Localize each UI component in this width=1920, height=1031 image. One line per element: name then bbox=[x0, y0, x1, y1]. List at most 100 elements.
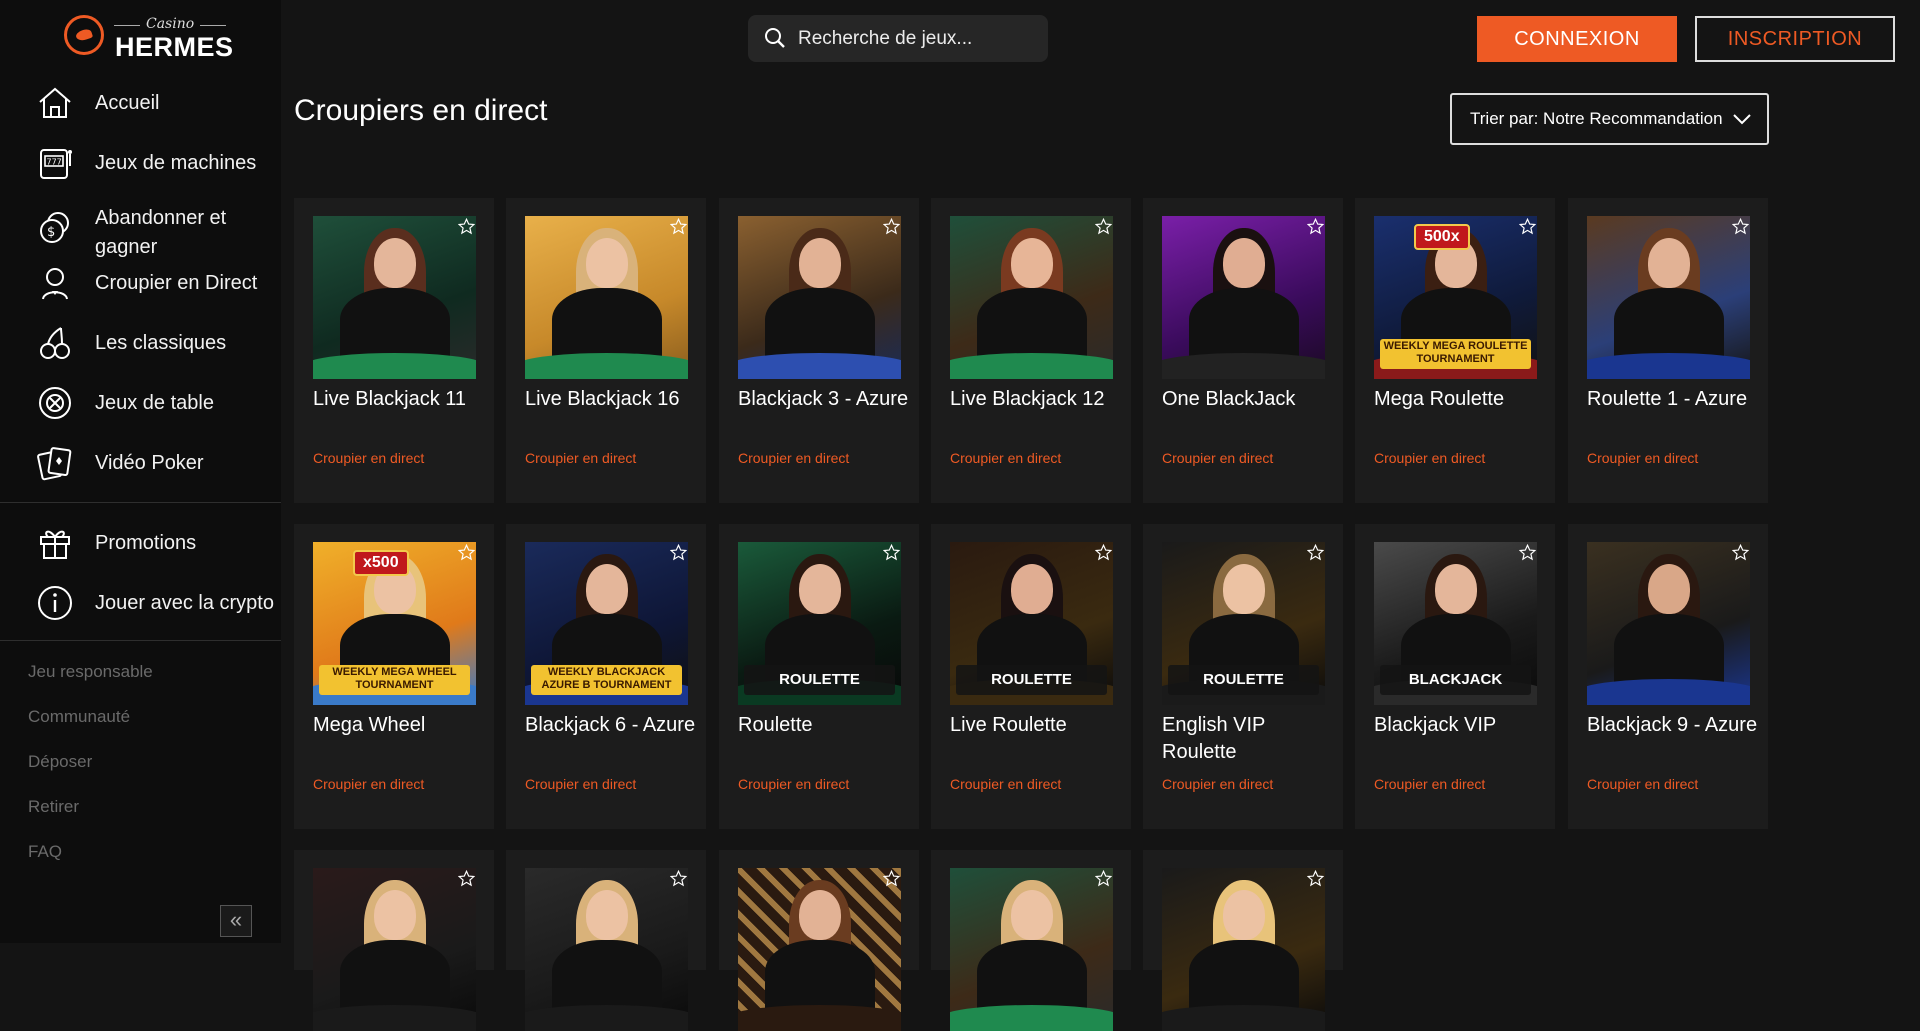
game-title[interactable]: Mega Wheel bbox=[313, 712, 485, 739]
game-card[interactable] bbox=[1143, 850, 1343, 1031]
game-thumbnail[interactable] bbox=[1162, 868, 1325, 1031]
game-title[interactable]: Mega Roulette bbox=[1374, 386, 1546, 413]
sidebar-item-jeux-de-machines[interactable]: 777 Jeux de machines bbox=[0, 138, 281, 188]
thumbnail-artwork bbox=[374, 238, 416, 288]
game-thumbnail[interactable]: 500x WEEKLY MEGA ROULETTE TOURNAMENT bbox=[1374, 216, 1537, 379]
game-thumbnail[interactable]: BLACKJACK bbox=[1374, 542, 1537, 705]
game-title[interactable]: Live Blackjack 11 bbox=[313, 386, 485, 413]
favorite-star-icon[interactable] bbox=[883, 870, 900, 887]
game-card[interactable] bbox=[931, 850, 1131, 1031]
game-card[interactable]: ROULETTE Roulette Croupier en direct bbox=[719, 524, 919, 829]
game-card[interactable]: Live Blackjack 16 Croupier en direct bbox=[506, 198, 706, 503]
game-title[interactable]: Live Blackjack 12 bbox=[950, 386, 1122, 413]
favorite-star-icon[interactable] bbox=[1307, 218, 1324, 235]
game-title[interactable]: English VIP Roulette bbox=[1162, 712, 1334, 766]
search-input[interactable]: Recherche de jeux... bbox=[798, 28, 972, 50]
game-title[interactable]: Blackjack 3 - Azure bbox=[738, 386, 910, 413]
footer-link-communaute[interactable]: Communauté bbox=[28, 707, 130, 727]
favorite-star-icon[interactable] bbox=[1095, 218, 1112, 235]
game-title[interactable]: Blackjack 6 - Azure bbox=[525, 712, 697, 739]
thumbnail-artwork bbox=[1223, 564, 1265, 614]
favorite-star-icon[interactable] bbox=[883, 218, 900, 235]
game-card[interactable] bbox=[719, 850, 919, 1031]
game-thumbnail[interactable] bbox=[313, 868, 476, 1031]
sidebar: Casino HERMES Accueil 777 Jeux de machin… bbox=[0, 0, 281, 943]
chevron-down-icon bbox=[1733, 114, 1751, 125]
game-title[interactable]: Roulette 1 - Azure bbox=[1587, 386, 1759, 413]
favorite-star-icon[interactable] bbox=[458, 870, 475, 887]
game-thumbnail[interactable] bbox=[525, 216, 688, 379]
game-title[interactable]: Roulette bbox=[738, 712, 910, 739]
footer-link-deposer[interactable]: Déposer bbox=[28, 752, 92, 772]
game-thumbnail[interactable]: ROULETTE bbox=[950, 542, 1113, 705]
signup-button[interactable]: INSCRIPTION bbox=[1695, 16, 1895, 62]
game-title[interactable]: Live Blackjack 16 bbox=[525, 386, 697, 413]
sidebar-item-jouer-avec-la-crypto[interactable]: Jouer avec la crypto bbox=[0, 578, 281, 628]
sidebar-item-abandonner-et-gagner[interactable]: $ Abandonner et gagner bbox=[0, 198, 281, 258]
game-card[interactable]: Live Blackjack 11 Croupier en direct bbox=[294, 198, 494, 503]
favorite-star-icon[interactable] bbox=[1095, 870, 1112, 887]
footer-link-faq[interactable]: FAQ bbox=[28, 842, 62, 862]
favorite-star-icon[interactable] bbox=[458, 544, 475, 561]
sort-dropdown[interactable]: Trier par: Notre Recommandation bbox=[1450, 93, 1769, 145]
thumbnail-artwork bbox=[1435, 564, 1477, 614]
game-title[interactable]: Blackjack 9 - Azure bbox=[1587, 712, 1759, 739]
favorite-star-icon[interactable] bbox=[670, 544, 687, 561]
favorite-star-icon[interactable] bbox=[1307, 870, 1324, 887]
game-card[interactable] bbox=[506, 850, 706, 1031]
game-card[interactable]: One BlackJack Croupier en direct bbox=[1143, 198, 1343, 503]
login-button[interactable]: CONNEXION bbox=[1477, 16, 1677, 62]
search-bar[interactable]: Recherche de jeux... bbox=[748, 15, 1048, 62]
sidebar-item-croupier-en-direct[interactable]: Croupier en Direct bbox=[0, 258, 281, 308]
game-banner: WEEKLY MEGA WHEEL TOURNAMENT bbox=[319, 665, 470, 695]
game-card[interactable]: ROULETTE Live Roulette Croupier en direct bbox=[931, 524, 1131, 829]
game-thumbnail[interactable] bbox=[1587, 216, 1750, 379]
sidebar-item-jeux-de-table[interactable]: Jeux de table bbox=[0, 378, 281, 428]
game-card[interactable]: Blackjack 3 - Azure Croupier en direct bbox=[719, 198, 919, 503]
game-title[interactable]: Blackjack VIP bbox=[1374, 712, 1546, 739]
sidebar-item-promotions[interactable]: Promotions bbox=[0, 518, 281, 568]
game-thumbnail[interactable]: ROULETTE bbox=[1162, 542, 1325, 705]
sidebar-collapse-button[interactable]: « bbox=[220, 905, 252, 937]
favorite-star-icon[interactable] bbox=[1307, 544, 1324, 561]
favorite-star-icon[interactable] bbox=[1732, 218, 1749, 235]
casino-hermes-logo[interactable]: Casino HERMES bbox=[64, 12, 233, 64]
sidebar-item-les-classiques[interactable]: Les classiques bbox=[0, 318, 281, 368]
game-thumbnail[interactable]: x500 WEEKLY MEGA WHEEL TOURNAMENT bbox=[313, 542, 476, 705]
sidebar-item-label: Vidéo Poker bbox=[95, 451, 204, 474]
game-thumbnail[interactable] bbox=[1162, 216, 1325, 379]
game-thumbnail[interactable] bbox=[313, 216, 476, 379]
favorite-star-icon[interactable] bbox=[1732, 544, 1749, 561]
sidebar-item-accueil[interactable]: Accueil bbox=[0, 78, 281, 128]
game-card[interactable]: 500x WEEKLY MEGA ROULETTE TOURNAMENT Mega … bbox=[1355, 198, 1555, 503]
sidebar-item-video-poker[interactable]: Vidéo Poker bbox=[0, 438, 281, 488]
game-card[interactable]: x500 WEEKLY MEGA WHEEL TOURNAMENT Mega Whe… bbox=[294, 524, 494, 829]
game-card[interactable]: Roulette 1 - Azure Croupier en direct bbox=[1568, 198, 1768, 503]
game-card[interactable] bbox=[294, 850, 494, 1031]
game-thumbnail[interactable]: WEEKLY BLACKJACK AZURE B TOURNAMENT bbox=[525, 542, 688, 705]
game-thumbnail[interactable] bbox=[950, 868, 1113, 1031]
game-title[interactable]: Live Roulette bbox=[950, 712, 1122, 739]
game-thumbnail[interactable]: ROULETTE bbox=[738, 542, 901, 705]
game-card[interactable]: ROULETTE English VIP Roulette Croupier en … bbox=[1143, 524, 1343, 829]
footer-link-jeu-responsable[interactable]: Jeu responsable bbox=[28, 662, 153, 682]
game-thumbnail[interactable] bbox=[1587, 542, 1750, 705]
game-card[interactable]: WEEKLY BLACKJACK AZURE B TOURNAMENT Black… bbox=[506, 524, 706, 829]
game-card[interactable]: BLACKJACK Blackjack VIP Croupier en direct bbox=[1355, 524, 1555, 829]
favorite-star-icon[interactable] bbox=[1519, 218, 1536, 235]
favorite-star-icon[interactable] bbox=[1095, 544, 1112, 561]
game-thumbnail[interactable] bbox=[525, 868, 688, 1031]
game-thumbnail[interactable] bbox=[738, 216, 901, 379]
game-card[interactable]: Blackjack 9 - Azure Croupier en direct bbox=[1568, 524, 1768, 829]
favorite-star-icon[interactable] bbox=[883, 544, 900, 561]
game-card[interactable]: Live Blackjack 12 Croupier en direct bbox=[931, 198, 1131, 503]
game-thumbnail[interactable] bbox=[738, 868, 901, 1031]
svg-text:$: $ bbox=[47, 225, 55, 240]
footer-link-retirer[interactable]: Retirer bbox=[28, 797, 79, 817]
game-thumbnail[interactable] bbox=[950, 216, 1113, 379]
favorite-star-icon[interactable] bbox=[670, 870, 687, 887]
game-title[interactable]: One BlackJack bbox=[1162, 386, 1334, 413]
favorite-star-icon[interactable] bbox=[458, 218, 475, 235]
favorite-star-icon[interactable] bbox=[1519, 544, 1536, 561]
favorite-star-icon[interactable] bbox=[670, 218, 687, 235]
